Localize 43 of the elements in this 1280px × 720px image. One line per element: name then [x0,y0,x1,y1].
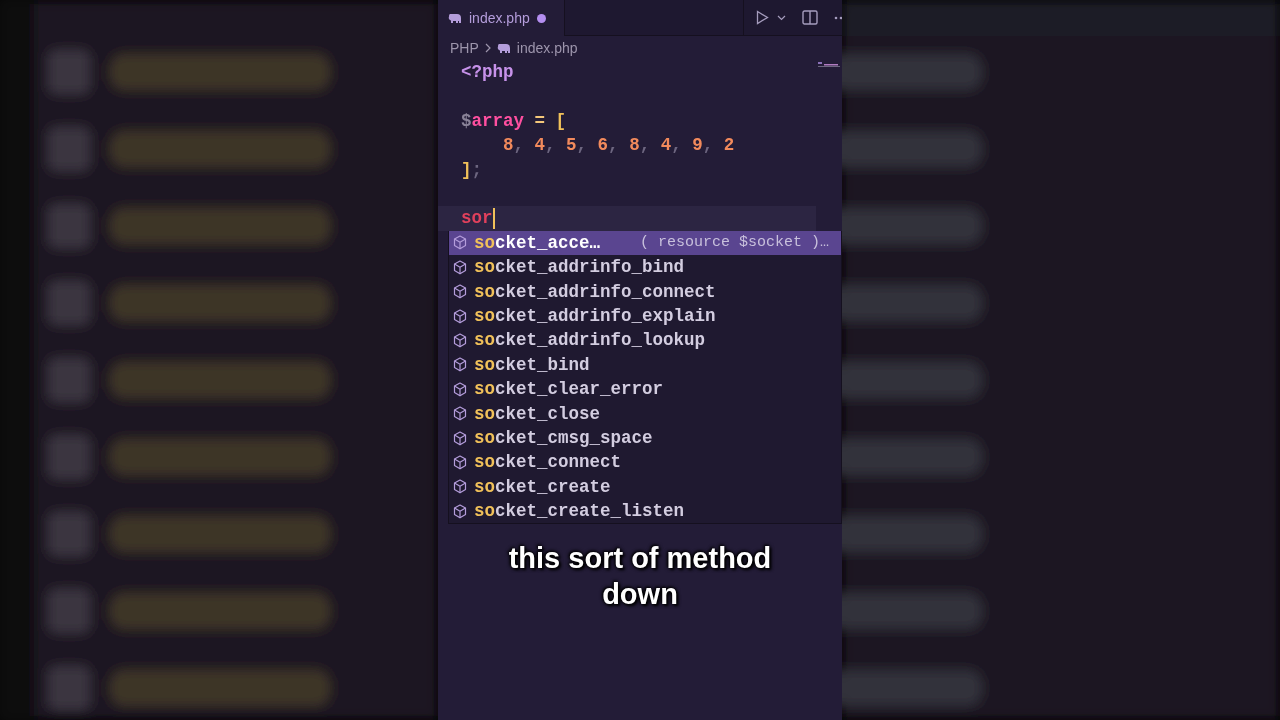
cube-icon [453,479,467,495]
cube-icon [453,235,467,251]
run-icon[interactable] [756,10,769,25]
suggestion-item[interactable]: socket_acce… ( resource $socket )… [449,230,841,256]
more-icon[interactable] [834,15,842,20]
breadcrumb-item[interactable]: PHP [450,40,479,56]
editor-tab[interactable]: index.php [438,0,565,36]
chevron-right-icon [484,43,491,53]
suggestion-item[interactable]: socket_clear_error [449,377,841,402]
suggestion-item[interactable]: socket_addrinfo_explain [449,303,841,329]
cube-icon [453,259,467,275]
code-line: sor [461,207,493,231]
suggestion-item[interactable]: socket_connect [449,450,841,475]
elephant-icon [496,42,511,54]
cube-icon [453,333,467,348]
cube-icon [453,357,467,373]
chevron-down-icon[interactable] [777,14,786,21]
suggestion-item[interactable]: socket_addrinfo_bind [449,255,841,280]
cube-icon [453,381,467,397]
cube-icon [453,284,467,300]
cube-icon [453,454,467,470]
code-line: ]; [461,158,483,182]
cube-icon [453,430,467,446]
code-line: 8, 4, 5, 6, 8, 4, 9, 2 [502,134,735,158]
cube-icon [453,406,467,422]
unsaved-dot-icon [536,13,546,23]
cube-icon [453,308,467,324]
minimap-drawing [818,62,840,70]
suggestion-item[interactable]: socket_addrinfo_connect [449,279,841,304]
breadcrumb-item[interactable]: index.php [516,40,578,56]
suggestion-item[interactable]: socket_create_listen [449,499,841,524]
suggestion-item[interactable]: socket_addrinfo_lookup [449,328,841,353]
text-cursor [492,208,495,230]
code-line: <?php [461,61,514,84]
suggestion-item[interactable]: socket_cmsg_space [449,425,841,451]
split-editor-icon[interactable] [802,10,818,25]
cube-icon [453,503,467,519]
elephant-icon [448,12,462,24]
suggestion-item[interactable]: socket_close [449,401,841,426]
suggestion-item[interactable]: socket_create [449,474,841,500]
video-caption: this sort of method down [507,541,773,613]
code-line: $array = [ [461,109,567,133]
suggestion-item[interactable]: socket_bind [449,352,841,378]
